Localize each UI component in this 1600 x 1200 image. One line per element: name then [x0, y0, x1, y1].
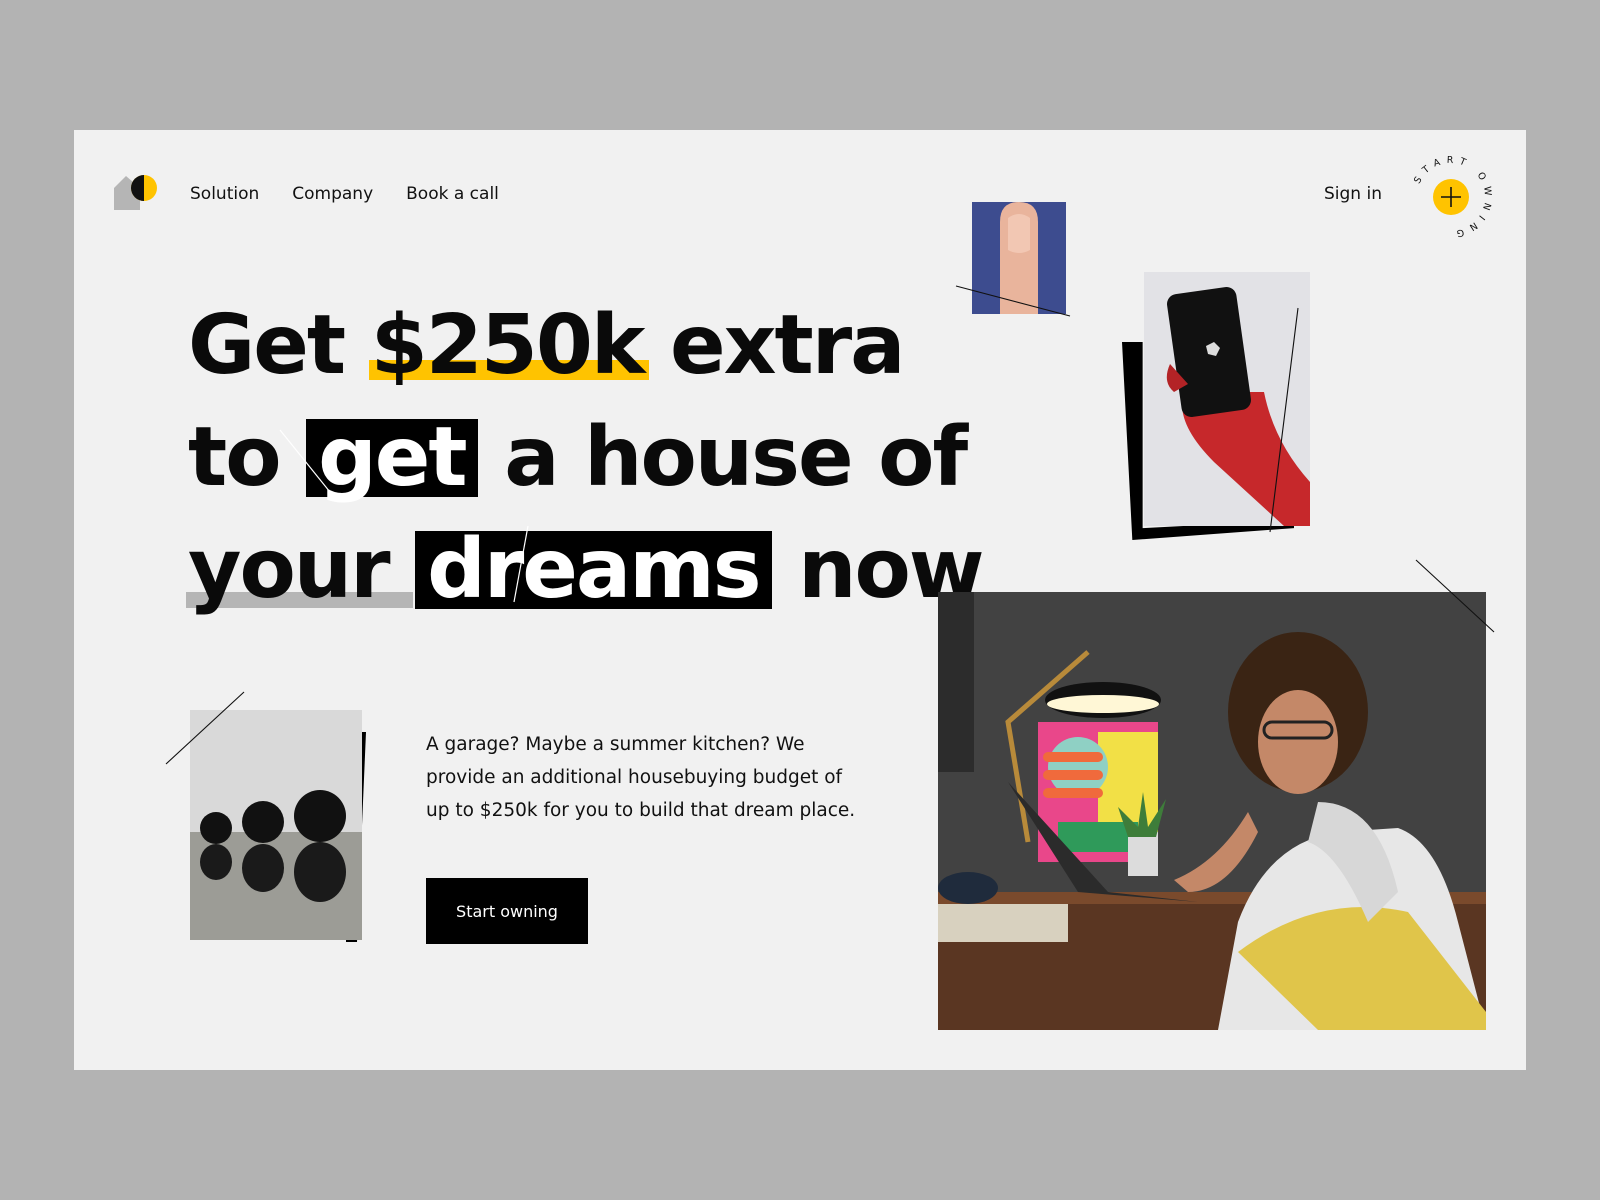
- landing-page: Solution Company Book a call Sign in STA…: [74, 130, 1526, 1070]
- headline-word: extra: [670, 298, 905, 393]
- headline-word: to: [188, 410, 282, 505]
- headline-get-inverted: get: [306, 417, 478, 499]
- headline-word: Get: [188, 298, 346, 393]
- headline-dreams-inverted: dreams: [415, 529, 772, 611]
- headline-amount-highlight: $250k: [368, 290, 650, 402]
- nav-item-book-a-call[interactable]: Book a call: [406, 184, 499, 204]
- spheres-photo-card: [190, 710, 376, 942]
- headline-your-underline: your: [186, 514, 413, 626]
- hero-headline: Get $250k extra to get a house of your d…: [186, 290, 985, 626]
- main-nav: Solution Company Book a call: [190, 184, 499, 204]
- headline-line-1: Get $250k extra: [188, 290, 983, 402]
- start-owning-badge[interactable]: START OWNING: [1410, 156, 1492, 238]
- nav-item-solution[interactable]: Solution: [190, 184, 259, 204]
- nav-item-company[interactable]: Company: [292, 184, 373, 204]
- phone-photo-card: [1122, 272, 1322, 542]
- hero-description: A garage? Maybe a summer kitchen? We pro…: [426, 734, 856, 821]
- brand-logo-icon[interactable]: [114, 174, 160, 210]
- finger-photo: [972, 202, 1066, 314]
- headline-line-3: your dreams now: [186, 514, 985, 626]
- sign-in-link[interactable]: Sign in: [1324, 184, 1382, 204]
- woman-at-desk-photo: [938, 592, 1486, 1030]
- headline-word: a house of: [504, 410, 968, 505]
- phone-in-hand-photo: [1144, 272, 1310, 526]
- spheres-photo: [190, 710, 362, 940]
- start-owning-button[interactable]: Start owning: [426, 878, 588, 944]
- headline-line-2: to get a house of: [188, 402, 983, 514]
